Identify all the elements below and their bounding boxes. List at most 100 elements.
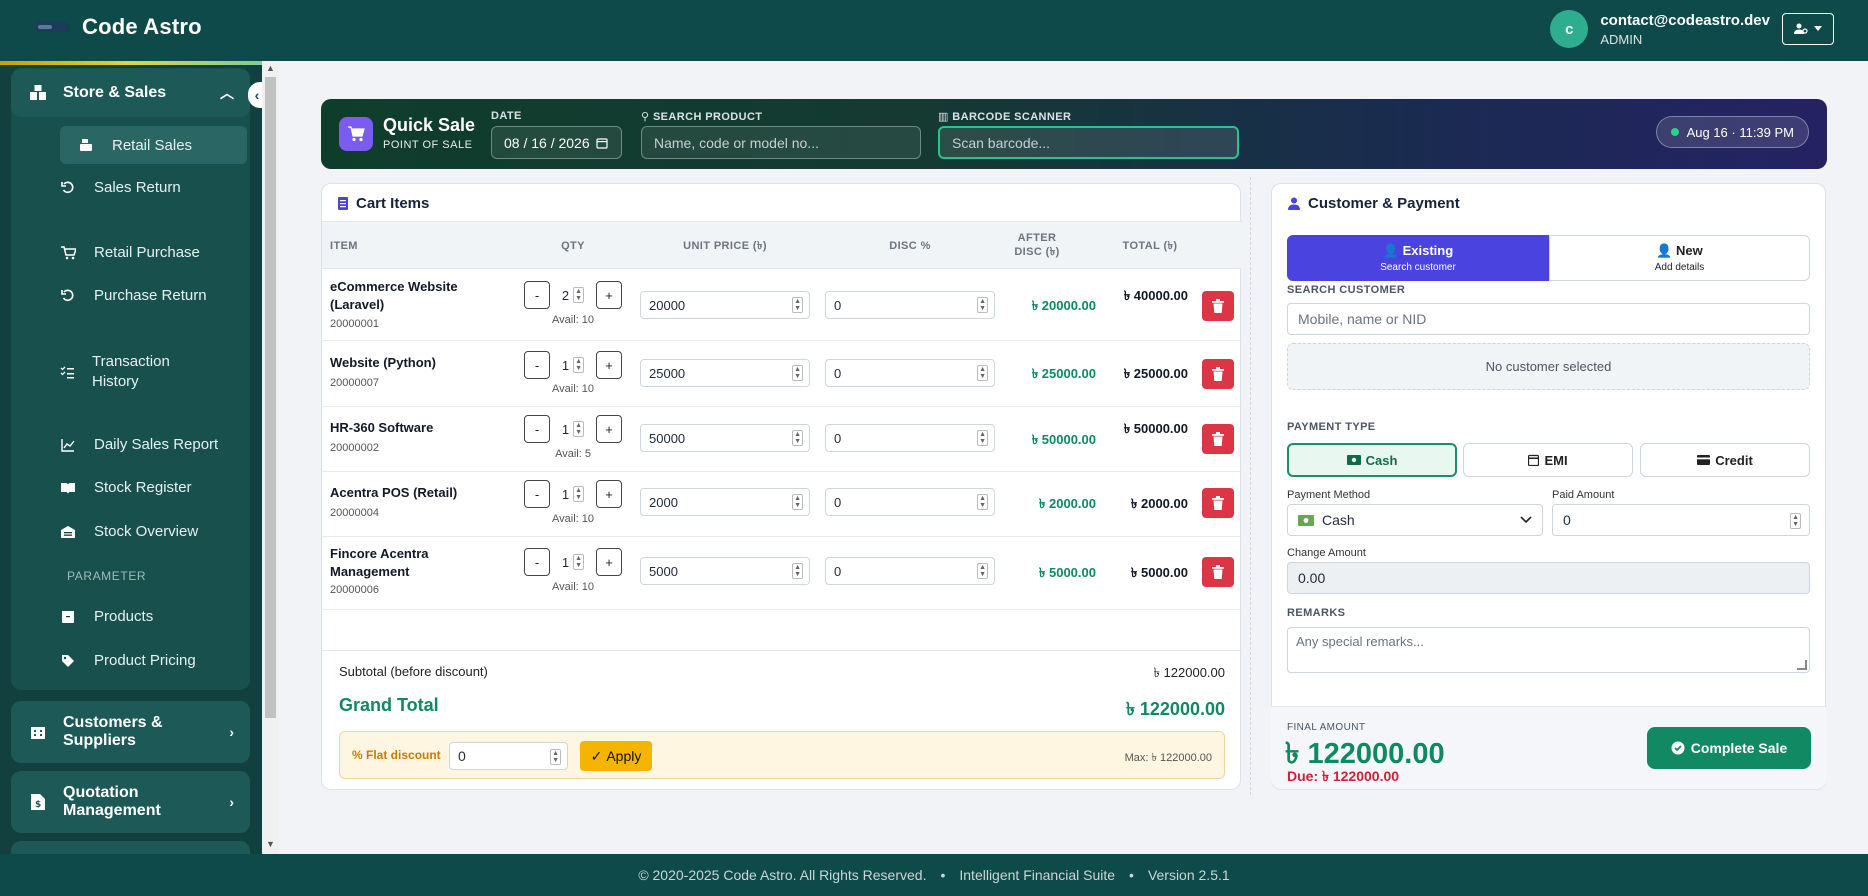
max-discount-text: Max: ৳ 122000.00 [1124, 752, 1212, 764]
sidebar-item-stock-overview[interactable]: Stock Overview [60, 523, 198, 540]
nav-group-head-quotation[interactable]: $ Quotation Management › [11, 771, 250, 833]
decrement-button[interactable]: - [524, 281, 550, 309]
list-icon [338, 197, 348, 210]
tab-new-customer[interactable]: 👤 New Add details [1549, 235, 1810, 281]
unit-price-input[interactable]: 5000 ▲ ▼ [640, 557, 810, 585]
discount-input[interactable]: 0 ▲ ▼ [825, 359, 995, 387]
unit-price-input[interactable]: 25000 ▲ ▼ [640, 359, 810, 387]
resize-handle-icon[interactable] [1797, 660, 1807, 670]
item-code: 20000007 [330, 377, 379, 389]
sidebar-item-purchase-return[interactable]: Purchase Return [60, 287, 207, 304]
complete-sale-button[interactable]: Complete Sale [1647, 727, 1811, 769]
sidebar-item-product-pricing[interactable]: Product Pricing [60, 652, 196, 669]
search-customer-label: SEARCH CUSTOMER [1287, 284, 1406, 296]
qty-value[interactable]: 1 ▲ ▼ [562, 486, 585, 502]
payment-type-credit[interactable]: Credit [1640, 443, 1810, 477]
unit-price-input[interactable]: 50000 ▲ ▼ [640, 424, 810, 452]
scroll-down-arrow-icon[interactable]: ▼ [265, 839, 276, 849]
brand[interactable]: Code Astro [34, 14, 202, 40]
nav-group-head-store-sales[interactable]: Store & Sales ︿ [11, 69, 250, 117]
qty-value[interactable]: 2 ▲ ▼ [562, 287, 585, 303]
spinner-icon: ▲ ▼ [792, 365, 803, 381]
unit-price-input[interactable]: 20000 ▲ ▼ [640, 291, 810, 319]
search-product-input[interactable]: Name, code or model no... [641, 126, 921, 159]
table-row: HR-360 Software 20000002 - 1 ▲ ▼ + Avail: … [322, 407, 1242, 472]
scrollbar[interactable]: ▲ ▼ [262, 61, 279, 854]
footer-copyright: © 2020-2025 Code Astro. All Rights Reser… [638, 867, 927, 883]
barcode-icon: ▥ [938, 111, 949, 123]
barcode-input[interactable]: Scan barcode... [938, 126, 1239, 159]
sidebar-item-sales-return[interactable]: Sales Return [60, 179, 181, 196]
decrement-button[interactable]: - [524, 351, 550, 379]
quantity-stepper: - 2 ▲ ▼ + [524, 280, 622, 310]
sidebar-item-transaction-history[interactable]: Transaction History [60, 352, 180, 392]
page-title: Quick Sale [383, 115, 476, 135]
delete-button[interactable] [1202, 291, 1234, 321]
decrement-button[interactable]: - [524, 415, 550, 443]
discount-input[interactable]: 0 ▲ ▼ [825, 557, 995, 585]
due-amount: Due: ৳ 122000.00 [1287, 768, 1400, 784]
trash-icon [1212, 432, 1224, 446]
flat-discount-input[interactable]: 0 ▲ ▼ [449, 742, 568, 770]
qty-value[interactable]: 1 ▲ ▼ [562, 421, 585, 437]
item-code: 20000004 [330, 507, 379, 519]
money-bill-icon [1298, 514, 1314, 526]
paid-amount-input[interactable]: 0 ▲ ▼ [1552, 504, 1810, 536]
increment-button[interactable]: + [595, 351, 622, 379]
table-row: Fincore Acentra Management 20000006 - 1 ▲… [322, 537, 1242, 610]
discount-input[interactable]: 0 ▲ ▼ [825, 291, 995, 319]
item-code: 20000006 [330, 584, 379, 596]
nav-group-label: Quotation Management [63, 784, 161, 819]
increment-button[interactable]: + [595, 415, 622, 443]
payment-type-cash[interactable]: Cash [1287, 443, 1457, 477]
user-email: contact@codeastro.dev [1600, 11, 1770, 29]
chart-line-icon [60, 437, 76, 453]
tag-icon [60, 653, 76, 669]
tab-existing-customer[interactable]: 👤 Existing Search customer [1287, 235, 1549, 281]
decrement-button[interactable]: - [524, 548, 550, 576]
discount-input[interactable]: 0 ▲ ▼ [825, 488, 995, 516]
subtotal-value: ৳ 122000.00 [1153, 665, 1225, 680]
payment-type-emi[interactable]: EMI [1463, 443, 1633, 477]
user-settings-button[interactable] [1782, 13, 1834, 45]
user-icon [1288, 197, 1300, 210]
sidebar-item-daily-sales-report[interactable]: Daily Sales Report [60, 436, 218, 453]
sidebar-item-retail-sales[interactable]: Retail Sales [60, 126, 247, 164]
remarks-textarea[interactable]: Any special remarks... [1287, 627, 1810, 673]
delete-button[interactable] [1202, 488, 1234, 518]
delete-button[interactable] [1202, 557, 1234, 587]
nav-group-label: Customers & Suppliers [63, 714, 163, 749]
calendar-icon [1528, 454, 1540, 466]
calendar-icon[interactable] [596, 137, 608, 149]
increment-button[interactable]: + [595, 548, 622, 576]
search-customer-input[interactable]: Mobile, name or NID [1287, 303, 1810, 335]
sidebar-item-retail-purchase[interactable]: Retail Purchase [60, 244, 200, 261]
delete-button[interactable] [1202, 359, 1234, 389]
panel-divider[interactable] [1250, 177, 1258, 795]
payment-method-select[interactable]: Cash [1287, 504, 1543, 536]
avail-text: Avail: 10 [552, 513, 594, 525]
delete-button[interactable] [1202, 424, 1234, 454]
table-row: Website (Python) 20000007 - 1 ▲ ▼ + Avail:… [322, 341, 1242, 407]
item-name: HR-360 Software [330, 420, 434, 435]
scroll-up-arrow-icon[interactable]: ▲ [265, 63, 276, 73]
sidebar-item-stock-register[interactable]: Stock Register [60, 479, 192, 496]
date-field[interactable]: 08 / 16 / 2026 [491, 126, 622, 159]
decrement-button[interactable]: - [524, 480, 550, 508]
trash-icon [1212, 565, 1224, 579]
qty-value[interactable]: 1 ▲ ▼ [562, 554, 585, 570]
spinner-icon: ▲ ▼ [792, 563, 803, 579]
avatar[interactable]: c [1550, 10, 1589, 48]
increment-button[interactable]: + [595, 281, 622, 309]
discount-input[interactable]: 0 ▲ ▼ [825, 424, 995, 452]
item-code: 20000001 [330, 318, 379, 330]
increment-button[interactable]: + [595, 480, 622, 508]
spinner-icon: ▲ ▼ [977, 430, 988, 446]
apply-button[interactable]: ✓ Apply [580, 741, 652, 771]
qty-value[interactable]: 1 ▲ ▼ [562, 357, 585, 373]
scroll-thumb[interactable] [265, 77, 276, 718]
sidebar-item-products[interactable]: Products [60, 608, 153, 625]
unit-price-input[interactable]: 2000 ▲ ▼ [640, 488, 810, 516]
nav-group-head-customers[interactable]: Customers & Suppliers › [11, 701, 250, 763]
avail-text: Avail: 10 [552, 383, 594, 395]
